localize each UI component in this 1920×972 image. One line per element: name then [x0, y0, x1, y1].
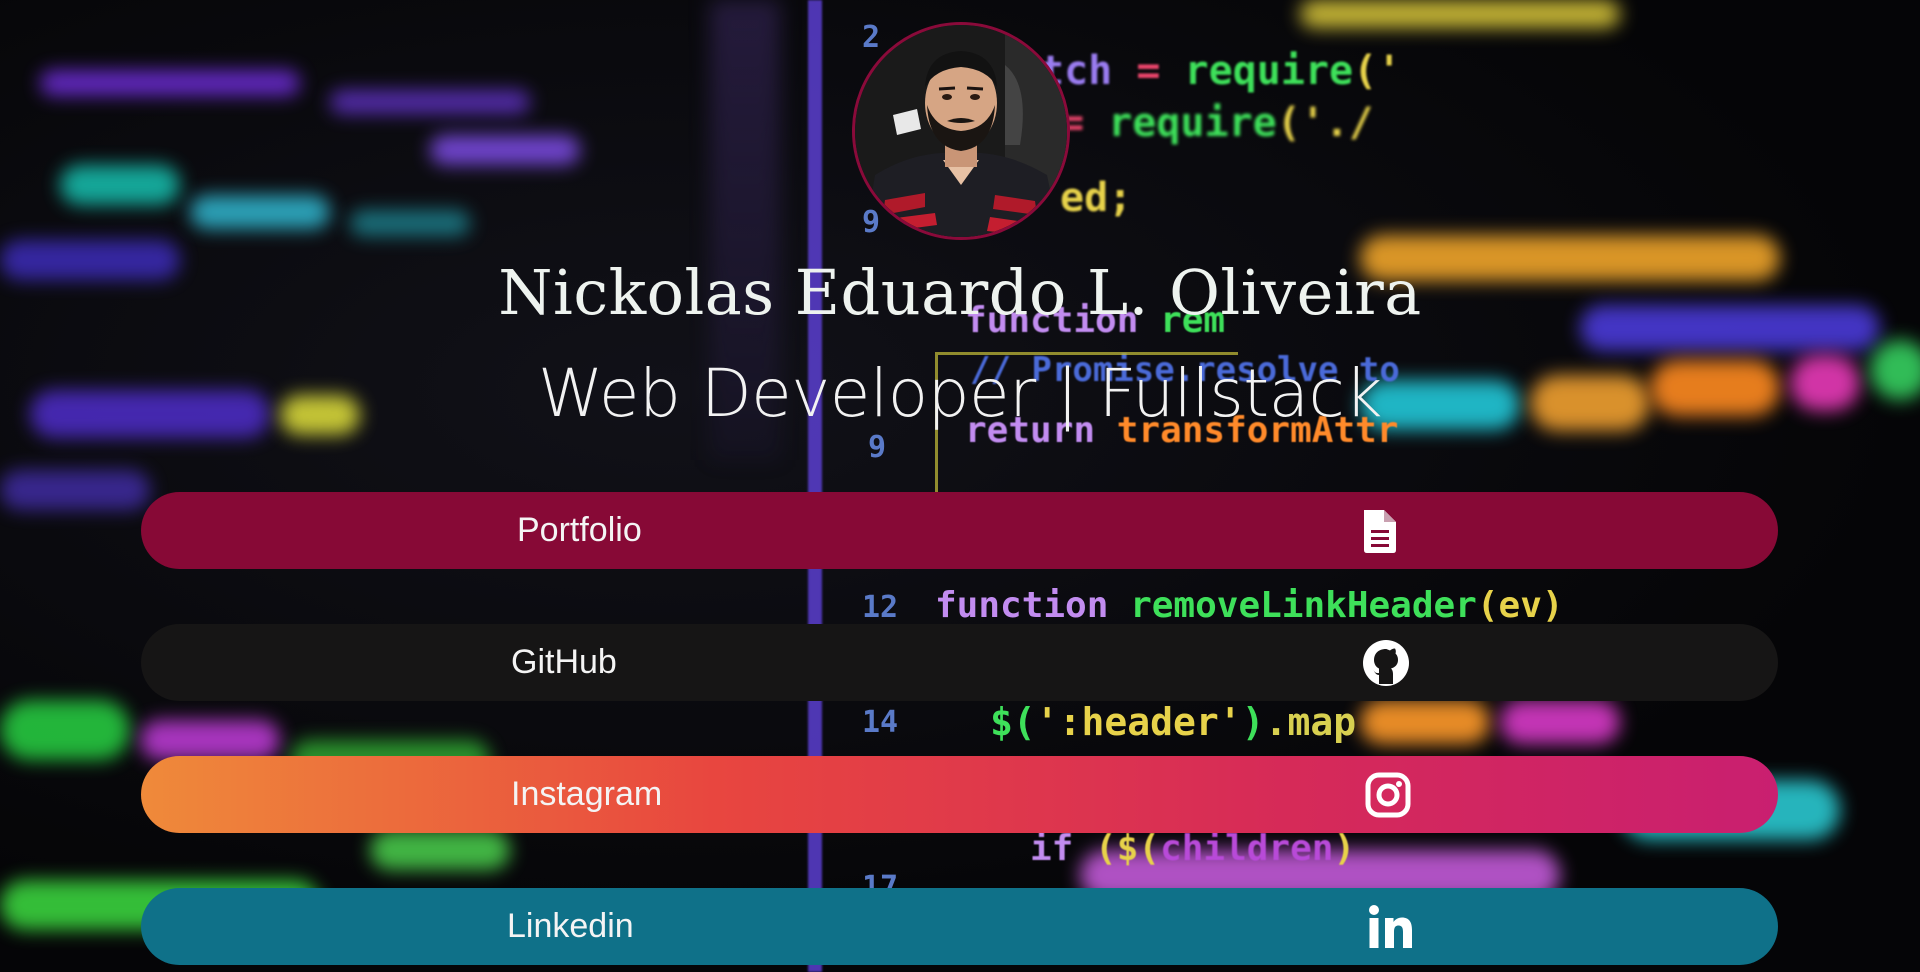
document-icon	[1354, 506, 1404, 556]
github-link-button[interactable]: GitHub	[141, 624, 1778, 701]
link-list: Portfolio GitHub Instagram Linkedin	[141, 492, 1778, 965]
github-link-label: GitHub	[511, 643, 617, 681]
background-streak	[0, 470, 150, 510]
background-code-line: ed;	[1060, 175, 1133, 221]
background-streak	[60, 165, 180, 205]
profile-role: Web Developer | Fullstack	[537, 355, 1383, 432]
profile-avatar	[852, 22, 1070, 240]
linkedin-icon	[1366, 902, 1416, 952]
instagram-icon	[1363, 770, 1413, 820]
background-line-number: 2	[862, 20, 881, 55]
background-line-number: 9	[868, 430, 887, 465]
background-streak	[1300, 0, 1620, 28]
background-streak	[40, 70, 300, 96]
background-streak	[330, 90, 530, 114]
background-code-line: tch = require('	[1040, 48, 1402, 94]
background-code-line: = require('./	[1060, 100, 1374, 146]
portfolio-link-label: Portfolio	[517, 511, 642, 549]
linkedin-link-label: Linkedin	[507, 907, 634, 945]
background-streak	[350, 210, 470, 236]
github-icon	[1361, 638, 1411, 688]
linkedin-link-button[interactable]: Linkedin	[141, 888, 1778, 965]
background-streak	[190, 195, 330, 229]
background-line-number: 9	[862, 205, 881, 240]
portfolio-link-button[interactable]: Portfolio	[141, 492, 1778, 569]
background-streak	[0, 700, 130, 760]
profile-name: Nickolas Eduardo L. Oliveira	[498, 256, 1422, 329]
instagram-link-label: Instagram	[511, 775, 663, 813]
instagram-link-button[interactable]: Instagram	[141, 756, 1778, 833]
background-streak	[430, 135, 580, 165]
